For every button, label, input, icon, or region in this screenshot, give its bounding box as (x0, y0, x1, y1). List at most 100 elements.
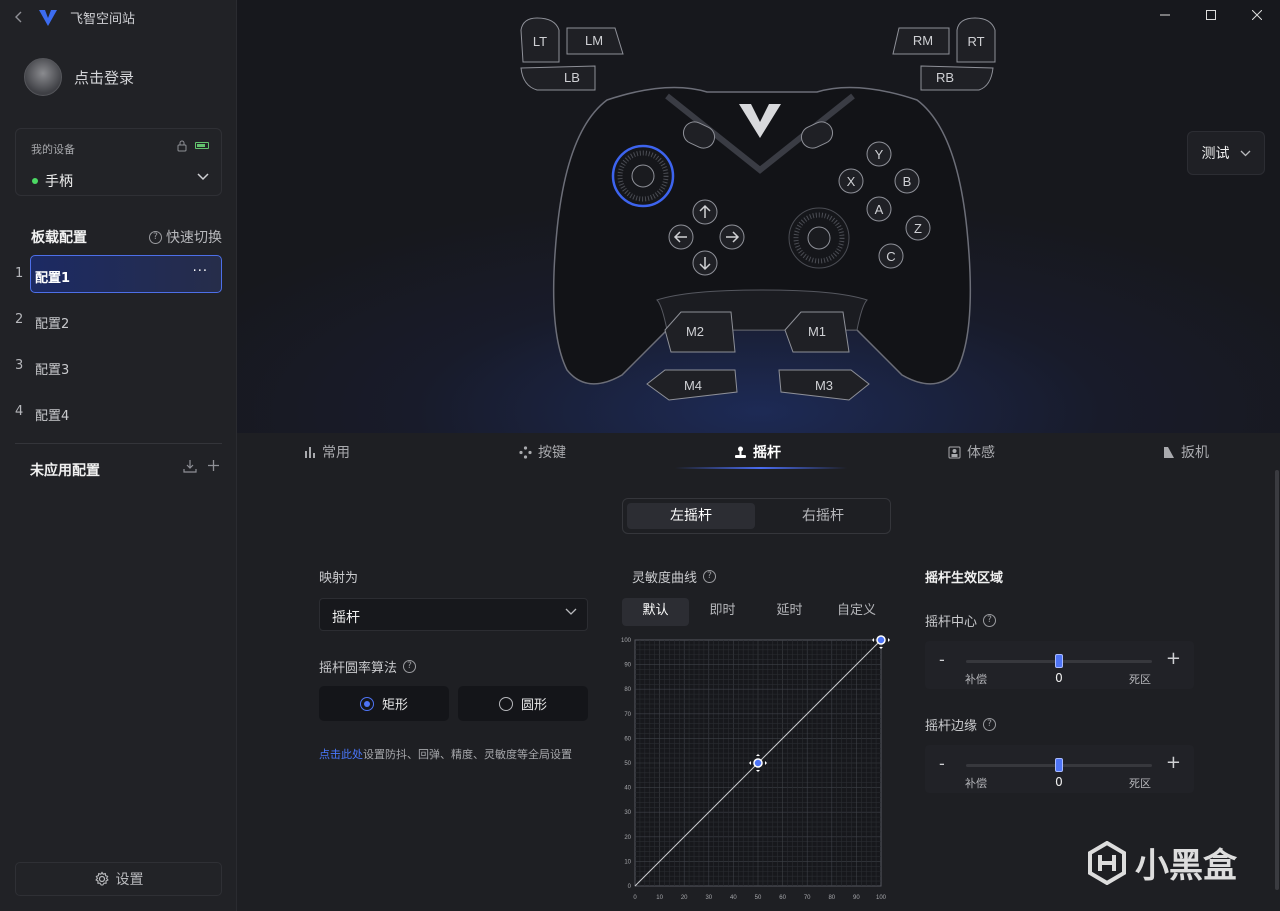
y-tick-label: 80 (624, 687, 631, 693)
tab-trigger[interactable]: 扳机 (1163, 442, 1209, 462)
m4-label: M4 (684, 378, 702, 393)
global-settings-link[interactable]: 点击此处 (319, 748, 363, 761)
curve-tab-delay[interactable]: 延时 (756, 598, 823, 626)
watermark: 小黑盒 (1087, 838, 1237, 887)
import-icon[interactable] (183, 459, 197, 473)
x-tick-label: 70 (804, 895, 811, 901)
motion-icon (948, 446, 961, 458)
z-label: Z (914, 221, 922, 236)
center-minus-button[interactable]: - (939, 650, 945, 669)
center-comp-label: 补偿 (965, 673, 987, 686)
rect-option[interactable]: 矩形 (319, 686, 449, 721)
tab-common[interactable]: 常用 (304, 442, 350, 462)
back-arrow-icon[interactable] (14, 10, 26, 26)
sensitivity-chart-svg: 0 10 20 30 40 50 60 70 80 90 100 0 10 20 30 40 50 60 70 80 9… (621, 631, 890, 901)
circle-option[interactable]: 圆形 (458, 686, 588, 721)
stick-switch: 左摇杆 右摇杆 (622, 498, 891, 534)
settings-button[interactable]: 设置 (15, 862, 222, 896)
xiaoheihe-logo-icon (1088, 840, 1126, 885)
lt-label: LT (533, 34, 547, 49)
curve-tab-default[interactable]: 默认 (622, 598, 689, 626)
left-stick-cap (631, 164, 655, 188)
lb-button[interactable] (520, 65, 596, 91)
config-index: 2 (15, 312, 24, 327)
edge-plus-button[interactable]: + (1166, 752, 1181, 773)
edge-minus-button[interactable]: - (939, 754, 945, 773)
mapping-select[interactable]: 摇杆 (319, 598, 588, 631)
edge-label: 摇杆边缘 ? (925, 715, 997, 734)
right-stick-tab[interactable]: 右摇杆 (759, 503, 887, 529)
unapplied-actions (183, 459, 220, 473)
algorithm-label: 摇杆圆率算法 ? (319, 657, 417, 676)
x-tick-label: 0 (633, 895, 637, 901)
profile[interactable]: 点击登录 (24, 58, 134, 96)
x-tick-label: 90 (853, 895, 860, 901)
m1-label: M1 (808, 324, 826, 339)
global-settings-note: 点击此处设置防抖、回弹、精度、灵敏度等全局设置 (319, 746, 572, 762)
main-panel: LT LM LB RM RT RB Y X B A Z C M2 M1 M4 M… (237, 0, 1280, 911)
y-tick-label: 20 (624, 835, 631, 841)
y-tick-label: 70 (624, 712, 631, 718)
chevron-down-icon (565, 608, 577, 615)
radio-unselected[interactable] (498, 696, 513, 711)
radio-selected[interactable] (359, 696, 374, 711)
test-dropdown[interactable]: 测试 (1187, 131, 1265, 175)
config-item-2[interactable]: 2 配置2 (0, 301, 237, 339)
login-link[interactable]: 点击登录 (74, 67, 134, 88)
dpad-icon (519, 445, 532, 459)
x-tick-label: 80 (828, 895, 835, 901)
add-icon[interactable] (207, 459, 220, 472)
config-item-3[interactable]: 3 配置3 (0, 347, 237, 385)
mapping-label: 映射为 (319, 571, 359, 586)
global-settings-text: 设置防抖、回弹、精度、灵敏度等全局设置 (363, 748, 572, 761)
device-selector[interactable]: 手柄 (32, 171, 73, 191)
tab-label: 常用 (322, 445, 350, 461)
more-options-icon[interactable]: ··· (193, 264, 208, 279)
controller-preview: LT LM LB RM RT RB Y X B A Z C M2 M1 M4 M… (237, 0, 1280, 433)
x-tick-label: 40 (730, 895, 737, 901)
rect-option-label: 矩形 (381, 698, 408, 713)
scrollbar[interactable] (1275, 470, 1279, 890)
quick-switch[interactable]: ? 快速切换 (149, 227, 222, 247)
config-label: 配置2 (35, 317, 70, 332)
tab-motion[interactable]: 体感 (948, 442, 995, 462)
avatar[interactable] (24, 58, 62, 96)
config-item-4[interactable]: 4 配置4 (0, 393, 237, 431)
algorithm-label-text: 摇杆圆率算法 (319, 661, 398, 676)
mapping-value: 摇杆 (332, 610, 360, 626)
help-icon[interactable]: ? (703, 570, 717, 583)
left-stick-tab[interactable]: 左摇杆 (627, 503, 755, 529)
center-slider-thumb[interactable] (1055, 654, 1063, 668)
app-logo-icon (39, 9, 57, 26)
help-icon[interactable]: ? (983, 614, 997, 627)
tab-label: 按键 (538, 445, 566, 461)
active-tab-indicator (675, 467, 847, 469)
help-icon[interactable]: ? (983, 718, 997, 731)
y-tick-label: 90 (624, 663, 631, 669)
rb-button[interactable] (920, 65, 994, 91)
center-plus-button[interactable]: + (1166, 648, 1181, 669)
tab-buttons[interactable]: 按键 (519, 442, 566, 462)
divider (15, 443, 222, 444)
config-item-1[interactable]: 1 配置1 ··· (0, 255, 237, 293)
x-tick-label: 20 (681, 895, 688, 901)
edge-slider-card: - + 补偿 0 死区 (925, 745, 1194, 793)
online-status-dot (32, 178, 38, 184)
m2-label: M2 (686, 324, 704, 339)
y-label: Y (875, 147, 884, 162)
y-tick-label: 60 (624, 736, 631, 742)
app-title: 飞智空间站 (70, 12, 136, 27)
sensitivity-chart: 0 10 20 30 40 50 60 70 80 90 100 0 10 20 30 40 50 60 70 80 9… (617, 631, 897, 911)
edge-value: 0 (1055, 775, 1063, 789)
sidebar: 飞智空间站 点击登录 我的设备 手柄 板载配置 ? 快速切换 1 配置1 ···… (0, 0, 237, 911)
chevron-down-icon[interactable] (197, 173, 209, 181)
tab-joystick[interactable]: 摇杆 (734, 442, 781, 462)
edge-slider-thumb[interactable] (1055, 758, 1063, 772)
help-icon[interactable]: ? (403, 660, 417, 673)
config-label: 配置1 (35, 271, 71, 286)
curve-tab-custom[interactable]: 自定义 (823, 598, 890, 626)
y-tick-label: 30 (624, 810, 631, 816)
b-label: B (903, 174, 912, 189)
curve-tab-instant[interactable]: 即时 (689, 598, 756, 626)
y-tick-label: 40 (624, 786, 631, 792)
